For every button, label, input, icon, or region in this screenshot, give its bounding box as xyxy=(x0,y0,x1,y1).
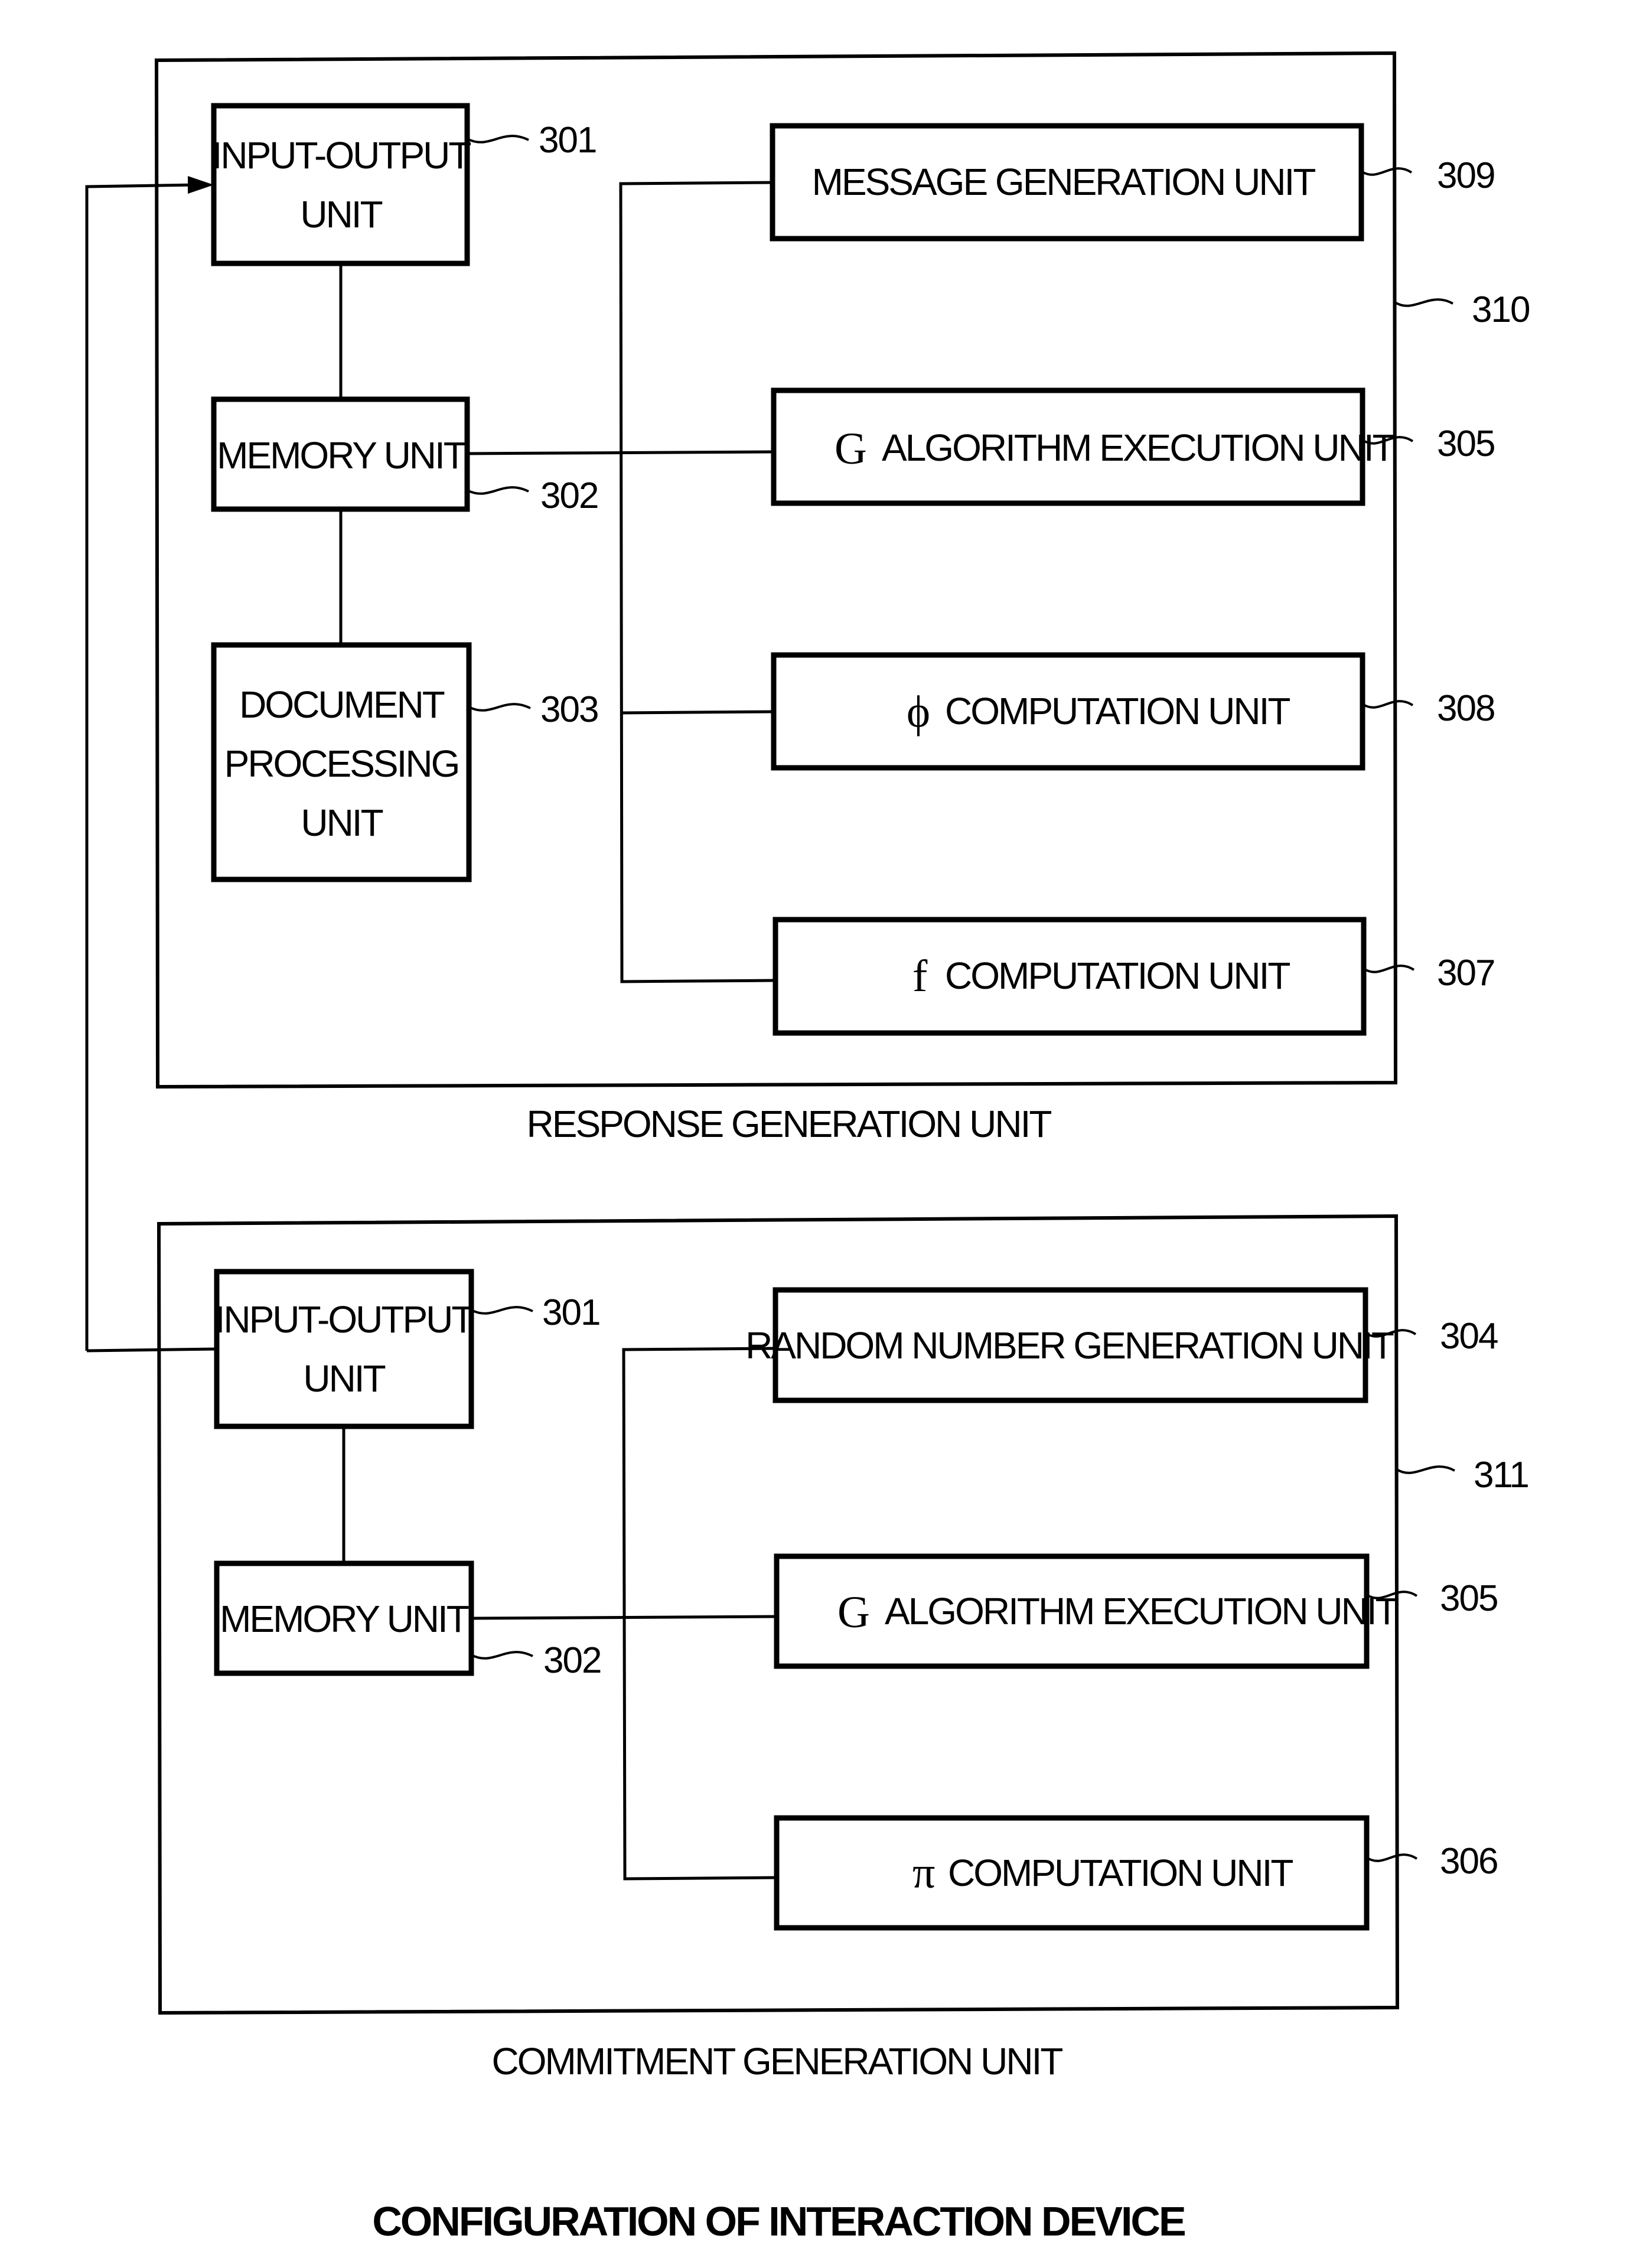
ref-311: 311 xyxy=(1474,1455,1528,1495)
document-label-line2: PROCESSING xyxy=(224,742,459,785)
commitment-generation-caption: COMMITMENT GENERATION UNIT xyxy=(492,2040,1063,2083)
memory-unit-label: MEMORY UNIT xyxy=(217,434,466,477)
g-symbol-commitment: G xyxy=(837,1588,870,1637)
ref-305-commitment: 305 xyxy=(1440,1578,1497,1619)
leader-301-commitment xyxy=(471,1306,533,1315)
ref-304: 304 xyxy=(1440,1316,1498,1357)
ref-301-commitment: 301 xyxy=(542,1292,599,1333)
ref-306: 306 xyxy=(1440,1841,1497,1882)
io-unit-label-line1-commitment: INPUT-OUTPUT xyxy=(215,1298,474,1341)
feedback-to-io-commitment xyxy=(86,1347,217,1353)
ref-310: 310 xyxy=(1472,289,1530,330)
io-unit-box-commitment xyxy=(214,1269,474,1429)
f-computation-label: COMPUTATION UNIT xyxy=(945,954,1290,997)
interaction-device-diagram: INPUT-OUTPUT UNIT MEMORY UNIT DOCUMENT P… xyxy=(85,51,1531,2244)
leader-303 xyxy=(468,703,531,712)
document-label-line1: DOCUMENT xyxy=(239,683,445,726)
io-unit-label-line2: UNIT xyxy=(300,193,382,236)
phi-symbol: ϕ xyxy=(907,687,930,737)
leader-302-response xyxy=(467,486,529,495)
document-label-line3: UNIT xyxy=(301,801,383,844)
g-symbol: G xyxy=(835,424,867,474)
leader-301-response xyxy=(467,135,529,144)
ref-302-response: 302 xyxy=(540,475,598,516)
message-generation-label: MESSAGE GENERATION UNIT xyxy=(812,161,1316,203)
feedback-connector xyxy=(85,183,195,1351)
f-symbol: f xyxy=(912,951,928,1001)
io-unit-label-line2-commitment: UNIT xyxy=(303,1357,385,1400)
phi-computation-label: COMPUTATION UNIT xyxy=(945,690,1290,732)
leader-308 xyxy=(1361,700,1414,709)
ref-307: 307 xyxy=(1437,953,1494,993)
ref-303: 303 xyxy=(540,689,598,730)
ref-301-response: 301 xyxy=(539,120,596,161)
bus-to-phi-connector xyxy=(621,710,774,715)
arrow-head-icon xyxy=(188,176,214,194)
figure-title: CONFIGURATION OF INTERACTION DEVICE xyxy=(372,2198,1185,2244)
pi-computation-label: COMPUTATION UNIT xyxy=(948,1852,1293,1894)
leader-310 xyxy=(1394,298,1453,307)
ref-309: 309 xyxy=(1437,155,1494,196)
response-generation-caption: RESPONSE GENERATION UNIT xyxy=(527,1103,1052,1145)
ref-302-commitment: 302 xyxy=(543,1640,601,1681)
leader-307 xyxy=(1363,964,1415,973)
g-algorithm-label: ALGORITHM EXECUTION UNIT xyxy=(882,426,1395,469)
random-number-generation-label: RANDOM NUMBER GENERATION UNIT xyxy=(745,1324,1394,1367)
g-algorithm-label-commitment: ALGORITHM EXECUTION UNIT xyxy=(885,1590,1398,1632)
leader-302-commitment xyxy=(471,1651,533,1660)
memory-unit-label-commitment: MEMORY UNIT xyxy=(220,1598,469,1640)
io-unit-box-response xyxy=(211,103,470,266)
ref-305-response: 305 xyxy=(1437,423,1494,464)
ref-308: 308 xyxy=(1437,688,1494,729)
pi-symbol: π xyxy=(912,1848,935,1898)
io-unit-label-line1: INPUT-OUTPUT xyxy=(212,134,471,177)
leader-309 xyxy=(1360,167,1413,176)
leader-311 xyxy=(1396,1465,1455,1474)
bus-line-commitment xyxy=(622,1347,777,1881)
leader-306 xyxy=(1365,1853,1418,1862)
bus-line-response xyxy=(619,181,776,983)
